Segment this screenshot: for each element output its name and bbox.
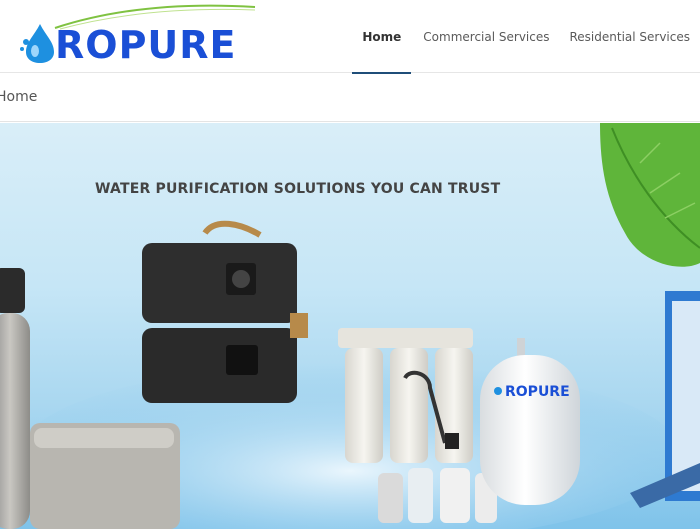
hero-title: WATER PURIFICATION SOLUTIONS YOU CAN TRU…: [95, 181, 501, 197]
hero-banner: ROPURE WATER PURIFICATION SOLUTIONS YOU …: [0, 123, 700, 529]
water-drop-icon: [20, 24, 54, 63]
nav-item-residential-services[interactable]: Residential Services: [559, 0, 700, 73]
main-nav: Home Commercial Services Residential Ser…: [352, 0, 700, 74]
nav-item-home[interactable]: Home: [352, 0, 412, 74]
nav-item-label: Residential Services: [569, 29, 690, 44]
nav-item-label: Home: [362, 29, 402, 44]
pressure-tank: ROPURE: [480, 338, 580, 505]
leaf-decoration: [600, 123, 700, 267]
breadcrumb: Home: [0, 74, 700, 122]
ropure-logo[interactable]: ROPURE: [10, 4, 260, 66]
site-header: ROPURE Home Commercial Services Resident…: [0, 0, 700, 74]
nav-item-commercial-services[interactable]: Commercial Services: [413, 0, 559, 73]
tank-brand-label: ROPURE: [505, 384, 570, 400]
logo-wordmark: ROPURE: [55, 23, 237, 67]
breadcrumb-home[interactable]: Home: [0, 89, 37, 105]
control-valve-heads: [142, 220, 308, 403]
nav-item-label: Commercial Services: [423, 29, 550, 44]
